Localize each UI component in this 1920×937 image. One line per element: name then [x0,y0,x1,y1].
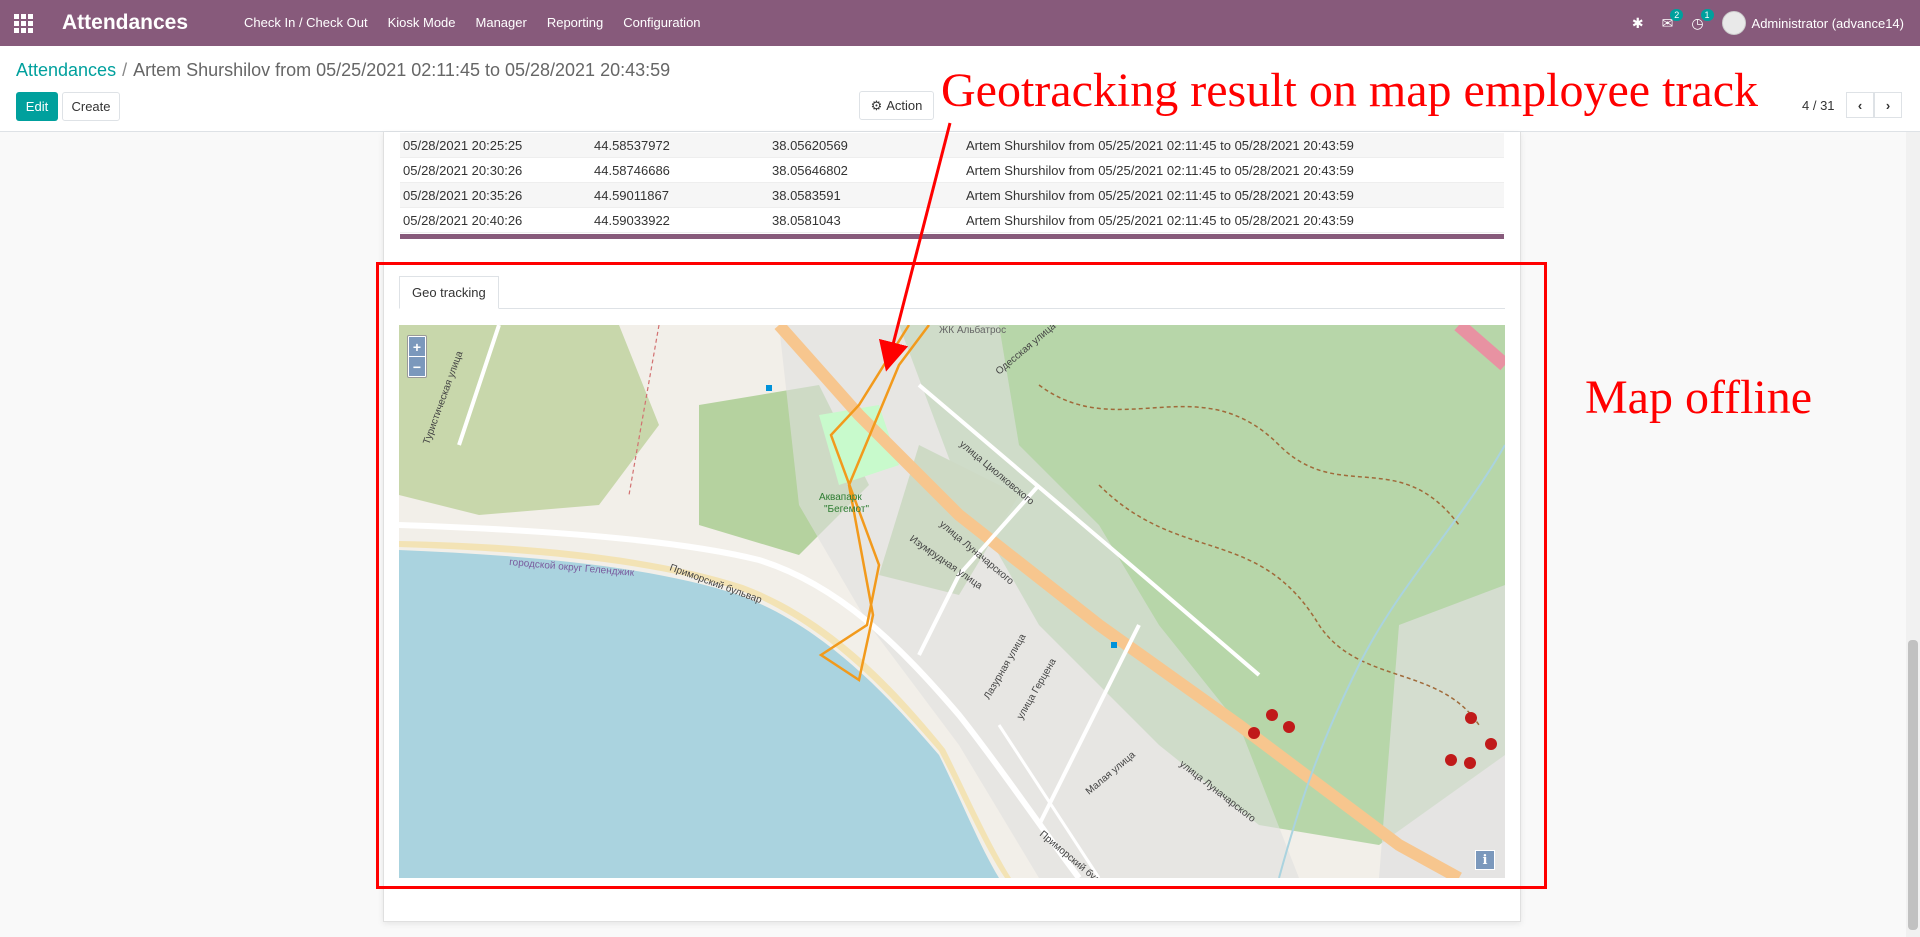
avatar [1721,11,1746,35]
activities-badge: 1 [1700,8,1714,21]
zoom-in-button[interactable]: + [409,337,425,356]
pharmacy-marker [1266,709,1278,721]
geo-tracking-map[interactable]: Аквапарк "Бегемот" улица Луначарского ул… [399,325,1505,878]
action-label: Action [886,98,923,113]
cell-longitude: 38.05620569 [772,137,848,153]
cell-attendance: Artem Shurshilov from 05/25/2021 02:11:4… [966,212,1354,228]
tab-geo-tracking[interactable]: Geo tracking [399,276,499,309]
breadcrumb-root[interactable]: Attendances [16,60,116,80]
pharmacy-marker [1464,757,1476,769]
pharmacy-marker [1485,738,1497,750]
cell-datetime: 05/28/2021 20:30:26 [403,162,523,178]
pager-previous-button[interactable]: ‹ [1846,92,1874,118]
table-row[interactable]: 05/28/2021 20:35:26 44.59011867 38.05835… [400,183,1504,208]
user-name: Administrator (advance14) [1751,15,1904,31]
breadcrumb: Attendances / Artem Shurshilov from 05/25/… [16,60,670,81]
menu-kiosk-mode[interactable]: Kiosk Mode [378,0,466,46]
pager-counter[interactable]: 4 / 31 [1802,98,1835,113]
action-button[interactable]: ⚙ Action [859,91,934,120]
cell-longitude: 38.0583591 [772,187,841,203]
main-menu: Check In / Check Out Kiosk Mode Manager … [234,0,711,46]
cell-datetime: 05/28/2021 20:40:26 [403,212,523,228]
cell-latitude: 44.59033922 [594,212,670,228]
scrollbar-thumb[interactable] [1908,640,1918,930]
annotation-side-label: Map offline [1585,371,1813,424]
activities-icon[interactable]: ◷ 1 [1691,8,1714,32]
geo-points-table: 05/28/2021 20:25:25 44.58537972 38.05620… [400,133,1504,233]
bus-stop-marker [766,385,772,391]
apps-menu-icon[interactable] [0,0,46,46]
table-row[interactable]: 05/28/2021 20:25:25 44.58537972 38.05620… [400,133,1504,158]
chevron-left-icon: ‹ [1857,97,1863,113]
cell-latitude: 44.58746686 [594,162,670,178]
menu-manager[interactable]: Manager [466,0,537,46]
breadcrumb-current: Artem Shurshilov from 05/25/2021 02:11:4… [133,60,671,80]
chevron-right-icon: › [1885,97,1891,113]
menu-check-in-out[interactable]: Check In / Check Out [234,0,378,46]
pharmacy-marker [1248,727,1260,739]
menu-reporting[interactable]: Reporting [537,0,613,46]
cell-attendance: Artem Shurshilov from 05/25/2021 02:11:4… [966,187,1354,203]
pager-next-button[interactable]: › [1874,92,1902,118]
user-menu[interactable]: Administrator (advance14) [1721,11,1904,35]
app-title[interactable]: Attendances [62,11,188,35]
pharmacy-marker [1283,721,1295,733]
annotation-title: Geotracking result on map employee track [941,64,1759,117]
pharmacy-marker [1445,754,1457,766]
cell-longitude: 38.0581043 [772,212,841,228]
table-row[interactable]: 05/28/2021 20:40:26 44.59033922 38.05810… [400,208,1504,233]
top-navbar: Attendances Check In / Check Out Kiosk M… [0,0,1920,46]
park-label-2: "Бегемот" [824,504,869,515]
cell-longitude: 38.05646802 [772,162,848,178]
cell-latitude: 44.58537972 [594,137,670,153]
map-info-button[interactable]: i [1475,850,1495,870]
pharmacy-marker [1465,712,1477,724]
messages-badge: 2 [1670,8,1684,21]
menu-configuration[interactable]: Configuration [613,0,710,46]
table-row[interactable]: 05/28/2021 20:30:26 44.58746686 38.05646… [400,158,1504,183]
messages-icon[interactable]: ✉ 2 [1662,8,1684,32]
zoom-control: + − [407,335,427,378]
cell-datetime: 05/28/2021 20:35:26 [403,187,523,203]
create-button[interactable]: Create [62,92,120,121]
bug-icon[interactable]: ✱ [1632,15,1644,32]
cell-attendance: Artem Shurshilov from 05/25/2021 02:11:4… [966,162,1354,178]
zoom-out-button[interactable]: − [409,357,425,376]
cell-latitude: 44.59011867 [594,187,669,203]
bus-stop-marker [1111,642,1117,648]
complex-label: ЖК Альбатрос [939,325,1006,336]
table-footer-bar [400,234,1504,239]
breadcrumb-separator: / [122,60,128,80]
map-tiles: Аквапарк "Бегемот" улица Луначарского ул… [399,325,1505,878]
gear-icon: ⚙ [870,97,883,113]
cell-attendance: Artem Shurshilov from 05/25/2021 02:11:4… [966,137,1354,153]
cell-datetime: 05/28/2021 20:25:25 [403,137,523,153]
page-scrollbar[interactable] [1906,132,1920,937]
notebook-tabs: Geo tracking [399,276,1505,309]
park-label: Аквапарк [819,492,862,503]
edit-button[interactable]: Edit [16,92,58,121]
